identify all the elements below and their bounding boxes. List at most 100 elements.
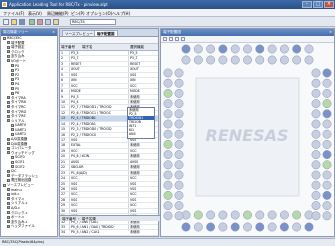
pin-bottom-outer[interactable]	[243, 222, 252, 232]
pin-right-outer[interactable]	[322, 129, 332, 139]
sort-tab-bar[interactable]: 端子番号 ・ 端子名順	[60, 215, 160, 221]
pin-right-outer[interactable]	[322, 211, 332, 221]
pin-top-outer[interactable]	[218, 44, 228, 54]
pin-right-inner[interactable]	[311, 190, 321, 200]
pin-bottom-inner[interactable]	[218, 210, 228, 220]
pin-right-outer[interactable]	[322, 201, 332, 211]
build-icon[interactable]	[37, 19, 43, 25]
pin-left-inner[interactable]	[174, 160, 184, 170]
pin-right-inner[interactable]	[311, 109, 321, 119]
pin-left-inner[interactable]	[174, 119, 184, 129]
pin-top-inner[interactable]	[255, 55, 265, 65]
pin-top-inner[interactable]	[181, 55, 191, 65]
pin-right-inner[interactable]	[311, 160, 321, 170]
pin-bottom-outer[interactable]	[255, 222, 265, 232]
pin-left-outer[interactable]	[163, 99, 173, 109]
pin-right-outer[interactable]	[322, 160, 332, 170]
pin-right-outer[interactable]	[322, 109, 332, 119]
tab-source-preview[interactable]: ソースプレビュー	[62, 30, 96, 36]
pin-diagram-canvas[interactable]: RENESAS	[161, 43, 334, 236]
pin-left-inner[interactable]	[174, 201, 184, 211]
generate-icon[interactable]	[29, 19, 35, 25]
pin-right-inner[interactable]	[311, 68, 321, 78]
pin-top-inner[interactable]	[243, 55, 252, 65]
pin-right-outer[interactable]	[322, 99, 332, 109]
pin-left-outer[interactable]	[163, 109, 173, 119]
pin-left-outer[interactable]	[163, 150, 173, 160]
help-icon[interactable]	[53, 19, 59, 25]
pin-left-outer[interactable]	[163, 211, 173, 221]
pin-top-inner[interactable]	[218, 55, 228, 65]
pin-left-inner[interactable]	[174, 170, 184, 180]
pin-top-outer[interactable]	[279, 44, 289, 54]
column-pin-number[interactable]: 端子番号	[61, 44, 75, 50]
pin-bottom-outer[interactable]	[218, 222, 228, 232]
pin-right-outer[interactable]	[322, 88, 332, 98]
pin-top-inner[interactable]	[304, 55, 314, 65]
pin-left-inner[interactable]	[174, 150, 184, 160]
pin-right-inner[interactable]	[311, 88, 321, 98]
pin-left-outer[interactable]	[163, 119, 173, 129]
settings-icon[interactable]	[45, 19, 51, 25]
pin-right-outer[interactable]	[322, 150, 332, 160]
pin-left-inner[interactable]	[174, 68, 184, 78]
pin-bottom-inner[interactable]	[267, 210, 277, 220]
panel-close-icon[interactable]: ×	[52, 29, 55, 36]
pin-right-inner[interactable]	[311, 170, 321, 180]
panel-close-icon[interactable]: ×	[329, 29, 332, 36]
close-button[interactable]: ×	[324, 1, 334, 8]
column-pin-name[interactable]: 端子名	[82, 44, 93, 50]
pin-right-outer[interactable]	[322, 78, 332, 88]
pin-bottom-outer[interactable]	[292, 222, 302, 232]
function-select-dropdown[interactable]: 未使用 P2_5 TRDIOB1 TRCIOB INT1 KI1 AN5	[127, 107, 155, 139]
pin-top-inner[interactable]	[279, 55, 289, 65]
pin-top-outer[interactable]	[193, 44, 203, 54]
pin-right-inner[interactable]	[311, 201, 321, 211]
pin-top-outer[interactable]	[206, 44, 216, 54]
pin-right-outer[interactable]	[322, 119, 332, 129]
pin-left-outer[interactable]	[163, 170, 173, 180]
dropdown-option[interactable]: AN5	[128, 132, 154, 136]
pin-left-outer[interactable]	[163, 180, 173, 190]
column-selected-function[interactable]: 選択機能	[130, 44, 144, 50]
pin-bottom-outer[interactable]	[193, 222, 203, 232]
pin-right-inner[interactable]	[311, 129, 321, 139]
pin-bottom-outer[interactable]	[279, 222, 289, 232]
pin-left-inner[interactable]	[174, 88, 184, 98]
pin-right-inner[interactable]	[311, 119, 321, 129]
pin-right-outer[interactable]	[322, 68, 332, 78]
zoom-in-icon[interactable]	[163, 37, 167, 41]
pin-top-outer[interactable]	[255, 44, 265, 54]
pin-left-inner[interactable]	[174, 180, 184, 190]
pin-right-inner[interactable]	[311, 150, 321, 160]
pin-left-outer[interactable]	[163, 190, 173, 200]
tree-item[interactable]: ヘッダファイル	[1, 224, 57, 229]
minimize-button[interactable]: –	[302, 1, 312, 8]
pin-left-outer[interactable]	[163, 160, 173, 170]
pin-top-inner[interactable]	[206, 55, 216, 65]
pin-bottom-inner[interactable]	[292, 210, 302, 220]
pin-left-inner[interactable]	[174, 109, 184, 119]
pin-diagram[interactable]: RENESAS	[161, 43, 334, 236]
pin-right-outer[interactable]	[322, 170, 332, 180]
pin-bottom-inner[interactable]	[193, 210, 203, 220]
pin-top-outer[interactable]	[181, 44, 191, 54]
pin-top-outer[interactable]	[292, 44, 302, 54]
pin-top-outer[interactable]	[243, 44, 252, 54]
pin-left-inner[interactable]	[174, 99, 184, 109]
pin-right-inner[interactable]	[311, 139, 321, 149]
pin-left-inner[interactable]	[174, 190, 184, 200]
pin-top-inner[interactable]	[267, 55, 277, 65]
new-file-icon[interactable]	[3, 19, 9, 25]
pin-left-inner[interactable]	[174, 139, 184, 149]
pin-right-outer[interactable]	[322, 180, 332, 190]
maximize-button[interactable]: □	[313, 1, 323, 8]
pin-right-inner[interactable]	[311, 180, 321, 190]
pin-left-outer[interactable]	[163, 68, 173, 78]
pin-left-inner[interactable]	[174, 78, 184, 88]
pin-top-inner[interactable]	[230, 55, 240, 65]
pin-bottom-outer[interactable]	[267, 222, 277, 232]
pin-bottom-inner[interactable]	[255, 210, 265, 220]
pin-top-inner[interactable]	[292, 55, 302, 65]
pin-left-outer[interactable]	[163, 88, 173, 98]
